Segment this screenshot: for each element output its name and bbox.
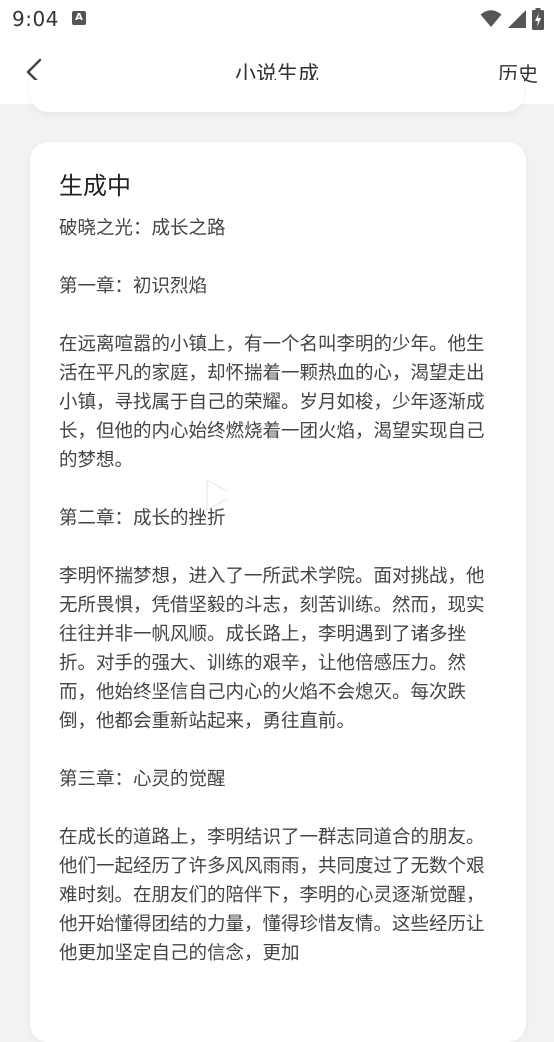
signal-icon xyxy=(508,10,526,28)
status-time: 9:04 xyxy=(12,7,59,31)
generation-status-title: 生成中 xyxy=(59,172,131,200)
status-icons xyxy=(475,8,544,30)
previous-card xyxy=(30,80,524,112)
generation-card: 生成中 破晓之光：成长之路 第一章：初识烈焰 在远离喧嚣的小镇上，有一个名叫李明… xyxy=(30,142,526,1042)
battery-charging-icon xyxy=(532,8,544,30)
wifi-icon xyxy=(480,10,502,27)
novel-content: 破晓之光：成长之路 第一章：初识烈焰 在远离喧嚣的小镇上，有一个名叫李明的少年。… xyxy=(59,218,485,964)
status-bar: 9:04 A xyxy=(0,0,554,40)
a-icon: A xyxy=(72,11,86,25)
